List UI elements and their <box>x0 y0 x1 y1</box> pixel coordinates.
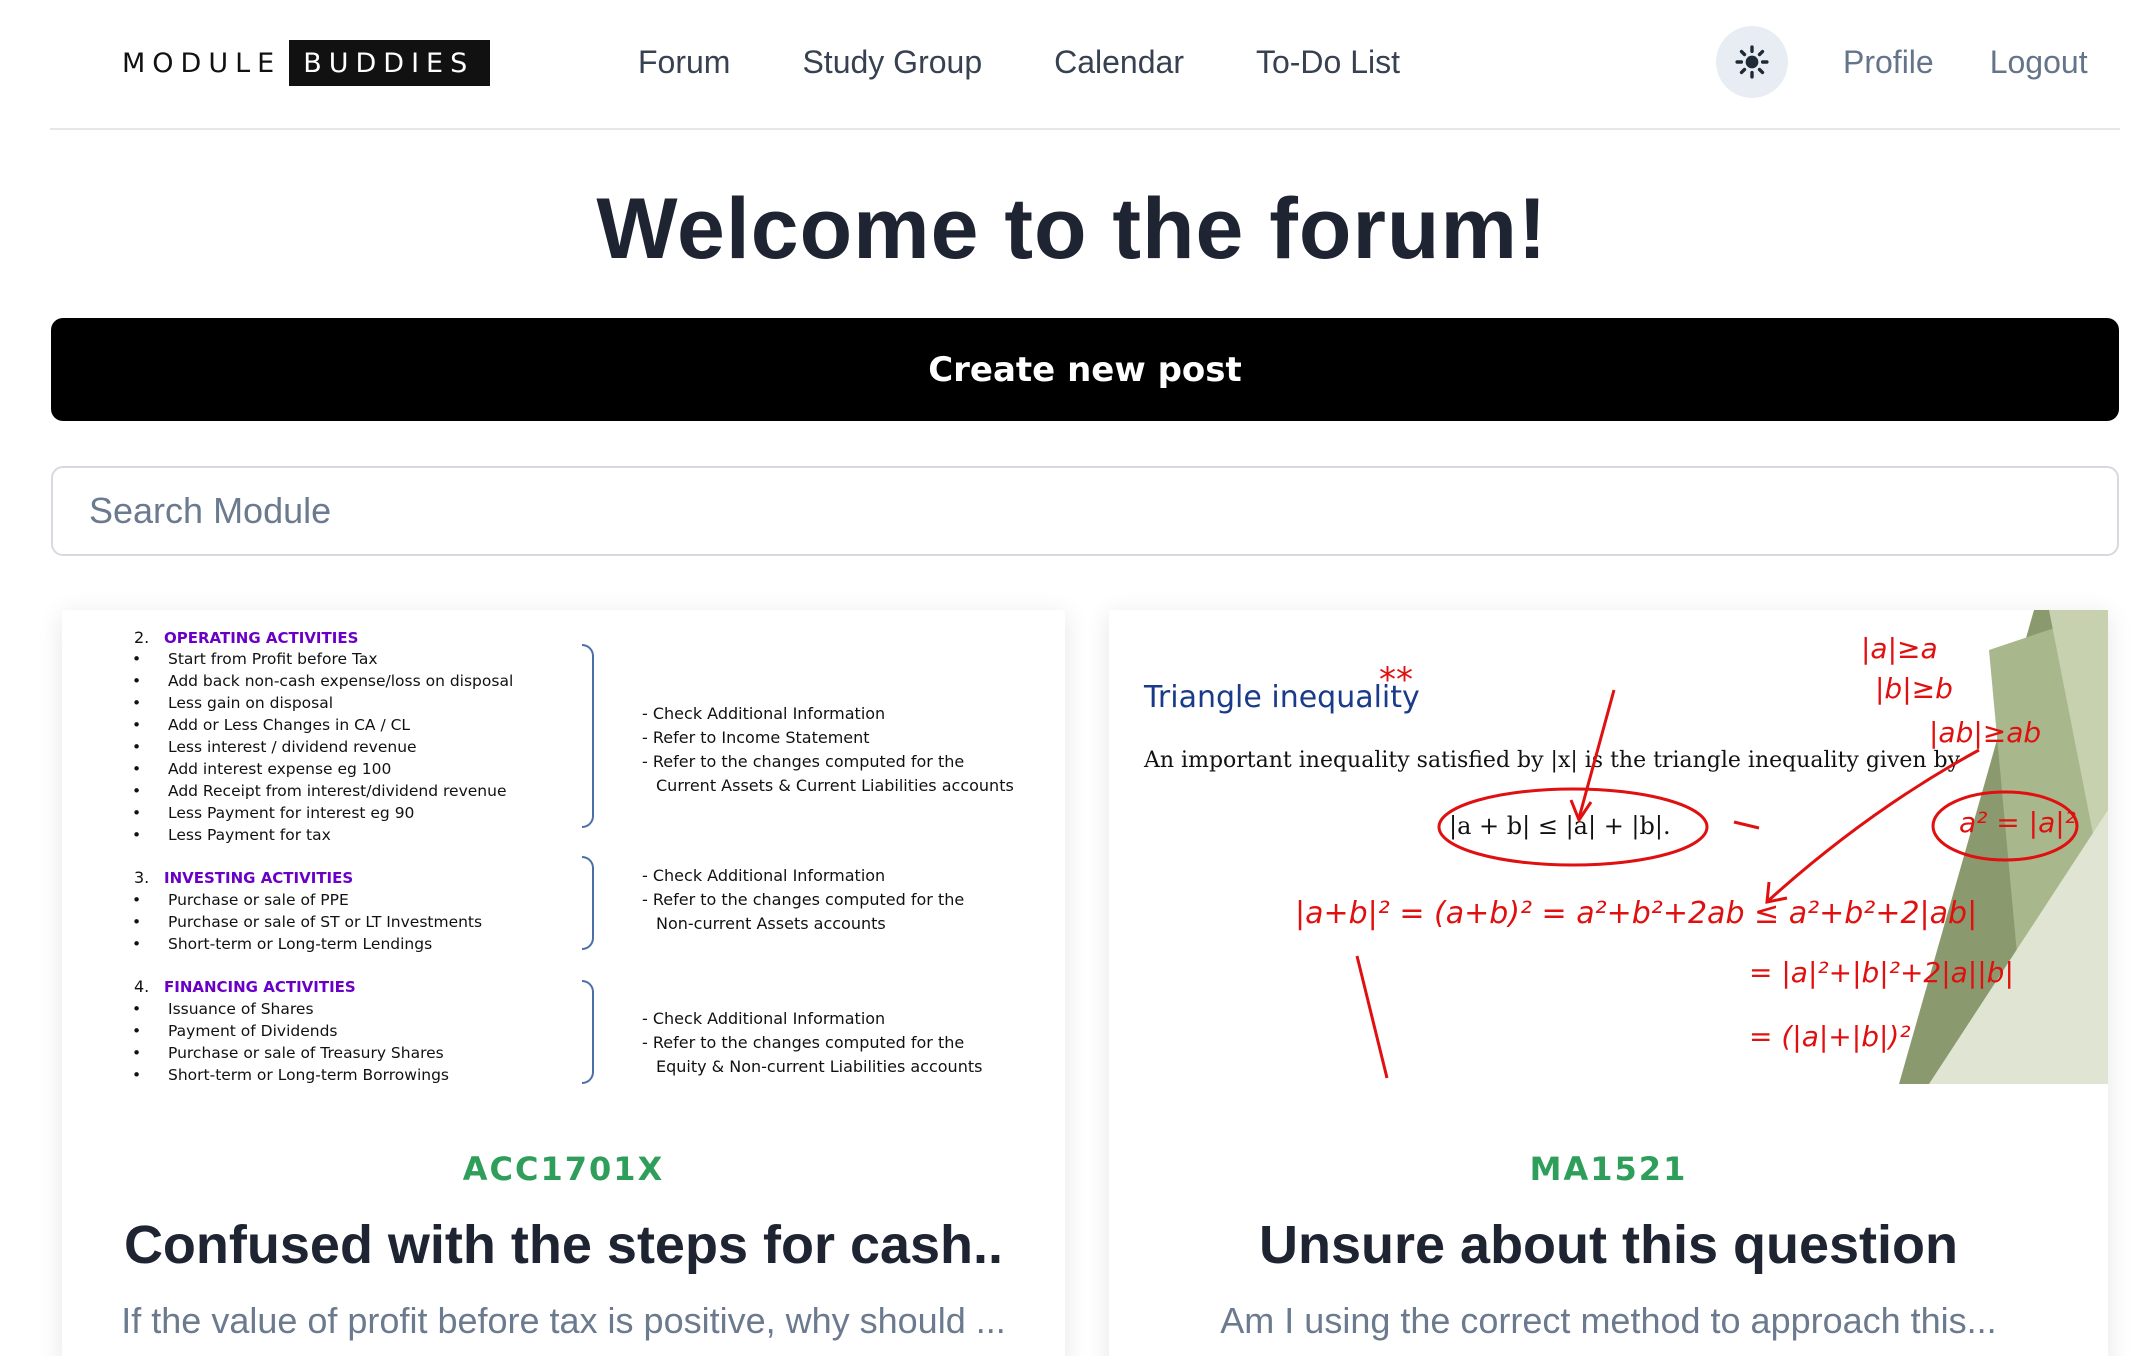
module-code: ACC1701X <box>462 1150 665 1188</box>
section-number: 2. <box>134 628 150 647</box>
section-items: Purchase or sale of PPE Purchase or sale… <box>132 889 482 955</box>
annotation-line: |a+b|² = (a+b)² = a²+b²+2ab ≤ a²+b²+2|ab… <box>1295 896 1978 931</box>
section-notes: - Check Additional Information - Refer t… <box>642 702 1014 798</box>
section-heading: FINANCING ACTIVITIES <box>164 978 356 996</box>
list-item: Short-term or Long-term Borrowings <box>132 1064 449 1084</box>
list-item: Less gain on disposal <box>132 692 513 714</box>
top-navbar: MODULE BUDDIES Forum Study Group Calenda… <box>50 0 2120 130</box>
logo-text-buddies: BUDDIES <box>289 40 491 86</box>
bracket <box>582 644 594 828</box>
list-item: Less Payment for tax <box>132 824 513 846</box>
note-line: - Refer to Income Statement <box>642 728 870 747</box>
note-line: Current Assets & Current Liabilities acc… <box>656 776 1014 795</box>
sun-icon <box>1735 45 1769 79</box>
note-line: - Refer to the changes computed for the <box>642 1033 965 1052</box>
post-image-accounting[interactable]: 2. OPERATING ACTIVITIES Start from Profi… <box>62 610 1065 1084</box>
annotation-line: |b|≥b <box>1875 672 1953 705</box>
post-title[interactable]: Confused with the steps for cash.. <box>62 1214 1065 1276</box>
create-post-button[interactable]: Create new post <box>51 318 2119 421</box>
list-item: Issuance of Shares <box>132 998 449 1020</box>
search-module-input[interactable] <box>51 466 2119 556</box>
annotation-line: = |a|²+|b|²+2|a||b| <box>1749 956 2014 989</box>
section-items: Issuance of Shares Payment of Dividends … <box>132 998 449 1084</box>
profile-link[interactable]: Profile <box>1843 44 1934 81</box>
list-item: Add Receipt from interest/dividend reven… <box>132 780 513 802</box>
post-card[interactable]: Triangle inequality An important inequal… <box>1109 610 2108 1356</box>
list-item: Less Payment for interest eg 90 <box>132 802 513 824</box>
post-description: If the value of profit before tax is pos… <box>121 1300 1006 1341</box>
list-item: Less interest / dividend revenue <box>132 736 513 758</box>
note-line: Equity & Non-current Liabilities account… <box>656 1057 983 1076</box>
section-heading: INVESTING ACTIVITIES <box>164 869 354 887</box>
list-item: Payment of Dividends <box>132 1020 449 1042</box>
note-line: - Refer to the changes computed for the <box>642 890 965 909</box>
nav-calendar[interactable]: Calendar <box>1054 44 1184 81</box>
annotation-line: |a|≥a <box>1861 632 1938 665</box>
list-item: Add or Less Changes in CA / CL <box>132 714 513 736</box>
note-line: Non-current Assets accounts <box>656 914 886 933</box>
theme-toggle-button[interactable] <box>1716 26 1788 98</box>
bracket <box>582 856 594 950</box>
nav-study-group[interactable]: Study Group <box>802 44 982 81</box>
list-item: Add interest expense eg 100 <box>132 758 513 780</box>
list-item: Short-term or Long-term Lendings <box>132 933 482 955</box>
annotation-stars: ** <box>1379 660 1413 700</box>
section-number: 3. <box>134 868 150 887</box>
note-line: - Check Additional Information <box>642 866 886 885</box>
section-notes: - Check Additional Information - Refer t… <box>642 864 964 936</box>
post-title[interactable]: Unsure about this question <box>1109 1214 2108 1276</box>
section-notes: - Check Additional Information - Refer t… <box>642 1007 982 1079</box>
post-card[interactable]: 2. OPERATING ACTIVITIES Start from Profi… <box>62 610 1065 1356</box>
note-line: - Check Additional Information <box>642 1009 886 1028</box>
note-line: - Check Additional Information <box>642 704 886 723</box>
nav-todo-list[interactable]: To-Do List <box>1256 44 1400 81</box>
list-item: Add back non-cash expense/loss on dispos… <box>132 670 513 692</box>
logout-link[interactable]: Logout <box>1990 44 2088 81</box>
list-item: Purchase or sale of PPE <box>132 889 482 911</box>
section-items: Start from Profit before Tax Add back no… <box>132 648 513 846</box>
post-image-math[interactable]: Triangle inequality An important inequal… <box>1109 610 2108 1084</box>
brand-logo[interactable]: MODULE BUDDIES <box>122 40 491 86</box>
list-item: Start from Profit before Tax <box>132 648 513 670</box>
logo-text-module: MODULE <box>122 47 282 79</box>
annotation-line: a² = |a|² <box>1959 806 2076 839</box>
annotation-line: = (|a|+|b|)² <box>1749 1020 1911 1053</box>
section-heading: OPERATING ACTIVITIES <box>164 629 359 647</box>
bracket <box>582 980 594 1084</box>
annotation-line: |ab|≥ab <box>1929 716 2042 749</box>
main-nav: Forum Study Group Calendar To-Do List <box>638 44 1472 81</box>
list-item: Purchase or sale of Treasury Shares <box>132 1042 449 1064</box>
section-number: 4. <box>134 977 150 996</box>
module-code: MA1521 <box>1529 1150 1688 1188</box>
page-title: Welcome to the forum! <box>596 181 1548 277</box>
note-line: - Refer to the changes computed for the <box>642 752 965 771</box>
account-links: Profile Logout <box>1843 44 2144 81</box>
nav-forum[interactable]: Forum <box>638 44 730 81</box>
list-item: Purchase or sale of ST or LT Investments <box>132 911 482 933</box>
handwritten-annotations <box>1355 689 2079 1079</box>
post-description: Am I using the correct method to approac… <box>1220 1300 1997 1341</box>
